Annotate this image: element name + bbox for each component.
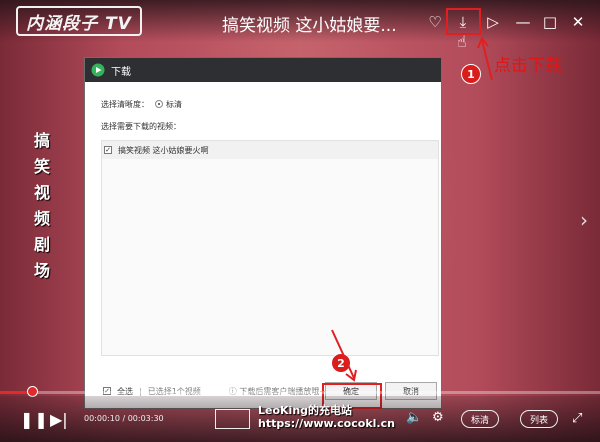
quality-row: 选择清晰度： 标清 <box>101 96 425 112</box>
caption-char: 剧 <box>33 235 50 254</box>
dialog-body: 选择清晰度： 标清 选择需要下载的视频： ✓ 搞笑视频 这小姑娘要火啊 <box>85 82 441 356</box>
caption-char: 场 <box>33 261 50 280</box>
progress-fill <box>0 391 30 394</box>
download-highlight-box <box>446 8 481 35</box>
quality-option[interactable]: 标清 <box>166 99 182 110</box>
select-label: 选择需要下载的视频： <box>101 121 181 131</box>
dialog-header: 下载 <box>85 58 441 82</box>
next-arrow-icon[interactable]: › <box>580 208 588 232</box>
video-list: ✓ 搞笑视频 这小姑娘要火啊 <box>101 140 439 356</box>
caption-char: 频 <box>33 209 50 228</box>
favorite-icon[interactable]: ♡ <box>425 12 445 32</box>
step2-arrow-icon <box>331 329 357 382</box>
settings-icon[interactable]: ⚙ <box>432 410 444 425</box>
dialog-title: 下载 <box>111 66 131 78</box>
step1-arrow-icon <box>477 35 493 81</box>
maximize-icon[interactable]: □ <box>540 12 560 32</box>
close-icon[interactable]: ✕ <box>568 12 588 32</box>
watermark-line1: LeoKing的充电站 <box>258 404 353 417</box>
quality-radio[interactable] <box>155 100 163 108</box>
quality-button[interactable]: 标清 <box>461 410 500 428</box>
progress-track[interactable] <box>0 391 600 394</box>
channel-logo: 内涵段子 TV <box>16 6 142 36</box>
caption-char: 笑 <box>33 157 50 176</box>
list-item[interactable]: ✓ 搞笑视频 这小姑娘要火啊 <box>102 141 438 159</box>
share-icon[interactable]: ▷ <box>483 12 503 32</box>
caption-char: 视 <box>33 183 50 202</box>
time-display: 00:00:10 / 00:03:30 <box>84 414 164 423</box>
quality-label: 选择清晰度： <box>101 99 149 109</box>
hand-cursor-icon: ☝ <box>457 32 467 51</box>
item-checkbox[interactable]: ✓ <box>104 146 112 154</box>
download-dialog: 下载 选择清晰度： 标清 选择需要下载的视频： ✓ 搞笑视频 这小姑娘要火啊 ✓… <box>84 57 442 409</box>
playlist-button[interactable]: 列表 <box>520 410 559 428</box>
watermark-line2: https://www.cocokl.cn <box>258 417 395 430</box>
caption-char: 搞 <box>33 131 50 150</box>
next-icon[interactable]: ▶| <box>50 410 68 429</box>
pause-icon[interactable]: ❚❚ <box>20 410 49 429</box>
vertical-caption: 搞 笑 视 频 剧 场 <box>32 128 52 284</box>
app-logo-icon <box>91 63 105 77</box>
snapshot-box[interactable] <box>215 409 250 429</box>
video-title: 搞笑视频 这小姑娘要... <box>222 16 397 36</box>
volume-icon[interactable]: 🔈 <box>406 410 422 425</box>
minimize-icon[interactable]: — <box>513 12 533 32</box>
item-label: 搞笑视频 这小姑娘要火啊 <box>118 145 209 155</box>
fullscreen-icon[interactable]: ⤢ <box>572 411 582 426</box>
step1-instruction: 点击下载 <box>494 56 562 76</box>
